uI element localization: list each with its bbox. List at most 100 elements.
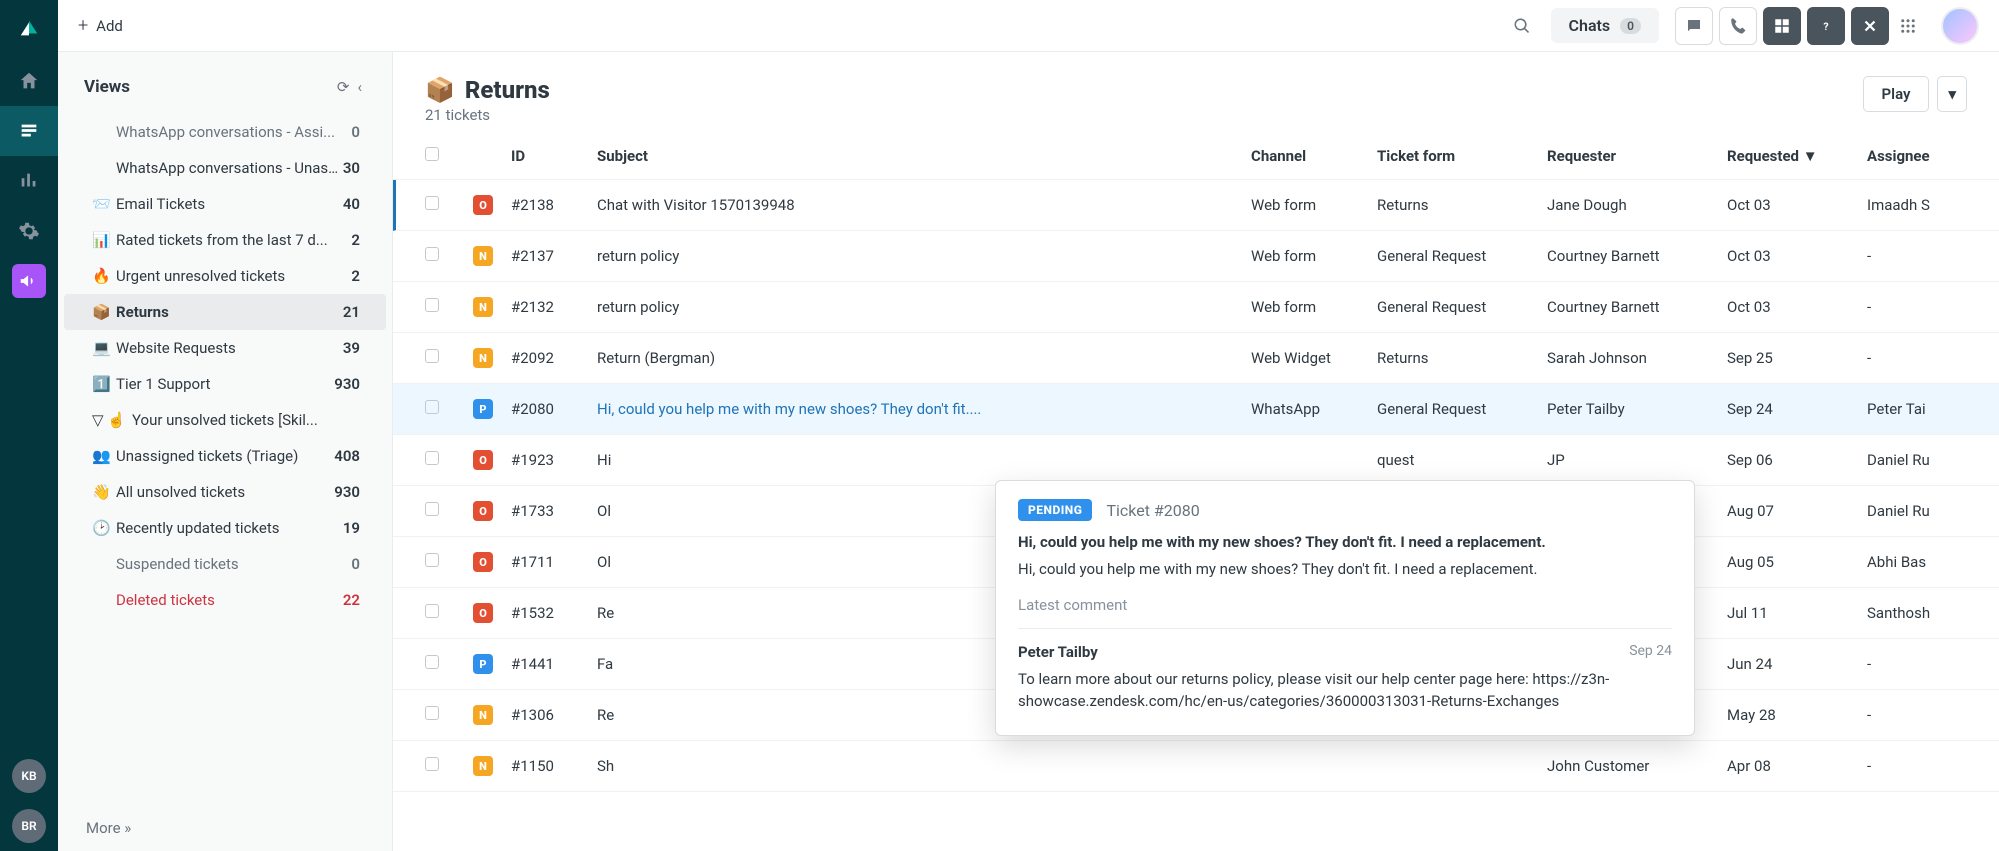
play-button[interactable]: Play <box>1863 76 1930 112</box>
ticket-subject: Return (Bergman) <box>597 349 1251 367</box>
sidebar-view-item[interactable]: Suspended tickets0 <box>64 546 386 582</box>
view-emoji-icon: 📦 <box>92 303 116 321</box>
play-menu-button[interactable]: ▾ <box>1937 76 1967 112</box>
megaphone-icon <box>12 264 46 298</box>
plus-icon: + <box>78 15 88 36</box>
refresh-icon[interactable]: ⟳ <box>333 74 354 100</box>
row-checkbox[interactable] <box>425 349 439 363</box>
sidebar-view-item[interactable]: 🕑Recently updated tickets19 <box>64 510 386 546</box>
view-label: Tier 1 Support <box>116 375 334 393</box>
row-checkbox[interactable] <box>425 400 439 414</box>
select-all-checkbox[interactable] <box>425 147 439 161</box>
ticket-assignee: Daniel Ru <box>1867 502 1967 520</box>
chats-button[interactable]: Chats 0 <box>1551 8 1659 43</box>
sidebar-view-item[interactable]: WhatsApp conversations - Assi...0 <box>64 114 386 150</box>
sidebar-view-item[interactable]: 🔥Urgent unresolved tickets2 <box>64 258 386 294</box>
col-subject[interactable]: Subject <box>597 147 1251 165</box>
row-checkbox[interactable] <box>425 553 439 567</box>
profile-avatar[interactable] <box>1941 7 1979 45</box>
table-row[interactable]: N#2092Return (Bergman)Web WidgetReturnsS… <box>393 333 1999 384</box>
search-icon[interactable] <box>1503 7 1541 45</box>
ticket-requester: Jane Dough <box>1547 196 1727 214</box>
nav-admin[interactable] <box>0 206 58 256</box>
status-tag: PENDING <box>1018 499 1092 521</box>
table-row[interactable]: N#1150ShJohn CustomerApr 08- <box>393 741 1999 792</box>
ticket-assignee: Abhi Bas <box>1867 553 1967 571</box>
ticket-requested: Oct 03 <box>1727 247 1867 265</box>
row-checkbox[interactable] <box>425 451 439 465</box>
sidebar-view-item[interactable]: 📊Rated tickets from the last 7 d...2 <box>64 222 386 258</box>
more-views-link[interactable]: More » <box>58 805 392 851</box>
sidebar-view-item[interactable]: 👥Unassigned tickets (Triage)408 <box>64 438 386 474</box>
app-grid-icon[interactable] <box>1763 7 1801 45</box>
status-badge: O <box>473 603 493 623</box>
sidebar-view-item[interactable]: 👋All unsolved tickets930 <box>64 474 386 510</box>
row-checkbox[interactable] <box>425 706 439 720</box>
view-label: WhatsApp conversations - Assi... <box>116 123 351 141</box>
nav-views[interactable] <box>0 106 58 156</box>
view-count: 22 <box>343 591 360 609</box>
col-assignee[interactable]: Assignee <box>1867 147 1967 165</box>
add-button[interactable]: + Add <box>78 15 123 36</box>
col-id[interactable]: ID <box>511 147 597 165</box>
sidebar-view-item[interactable]: ▽ ☝️Your unsolved tickets [Skil... <box>64 402 386 438</box>
view-count: 930 <box>334 375 360 393</box>
apps-launcher-icon[interactable] <box>1889 7 1927 45</box>
ticket-requester: Courtney Barnett <box>1547 247 1727 265</box>
sidebar-view-item[interactable]: 📦Returns21 <box>64 294 386 330</box>
nav-marketing[interactable] <box>0 256 58 306</box>
workspace-badge-kb[interactable]: KB <box>12 759 46 793</box>
sidebar-view-item[interactable]: Deleted tickets22 <box>64 582 386 618</box>
row-checkbox[interactable] <box>425 247 439 261</box>
close-tab-icon[interactable] <box>1851 7 1889 45</box>
row-checkbox[interactable] <box>425 502 439 516</box>
collapse-icon[interactable]: ‹ <box>353 74 366 100</box>
ticket-requester: JP <box>1547 451 1727 469</box>
ticket-requested: Sep 25 <box>1727 349 1867 367</box>
ticket-channel: Web Widget <box>1251 349 1377 367</box>
workspace-badge-br[interactable]: BR <box>12 809 46 843</box>
sidebar-view-item[interactable]: 💻Website Requests39 <box>64 330 386 366</box>
col-requester[interactable]: Requester <box>1547 147 1727 165</box>
col-requested[interactable]: Requested ▼ <box>1727 147 1867 165</box>
col-form[interactable]: Ticket form <box>1377 147 1547 165</box>
product-logo[interactable] <box>0 0 58 56</box>
sidebar-view-item[interactable]: 📨Email Tickets40 <box>64 186 386 222</box>
row-checkbox[interactable] <box>425 757 439 771</box>
ticket-form: Returns <box>1377 349 1547 367</box>
table-row[interactable]: N#2137return policyWeb formGeneral Reque… <box>393 231 1999 282</box>
row-checkbox[interactable] <box>425 298 439 312</box>
nav-reporting[interactable] <box>0 156 58 206</box>
ticket-form: General Request <box>1377 298 1547 316</box>
ticket-subject: Sh <box>597 757 1251 775</box>
table-row[interactable]: N#2132return policyWeb formGeneral Reque… <box>393 282 1999 333</box>
sidebar-view-item[interactable]: WhatsApp conversations - Unass...30 <box>64 150 386 186</box>
row-checkbox[interactable] <box>425 655 439 669</box>
nav-home[interactable] <box>0 56 58 106</box>
ticket-assignee: - <box>1867 757 1967 775</box>
ticket-assignee: - <box>1867 706 1967 724</box>
conversations-icon[interactable] <box>1675 7 1713 45</box>
sidebar-view-item[interactable]: 1️⃣Tier 1 Support930 <box>64 366 386 402</box>
row-checkbox[interactable] <box>425 604 439 618</box>
ticket-assignee: - <box>1867 655 1967 673</box>
view-label: All unsolved tickets <box>116 483 334 501</box>
ticket-id: #1532 <box>511 604 597 622</box>
table-row[interactable]: P#2080Hi, could you help me with my new … <box>393 384 1999 435</box>
ticket-id: #2137 <box>511 247 597 265</box>
comment-body: To learn more about our returns policy, … <box>1018 669 1672 713</box>
help-icon[interactable]: ? <box>1807 7 1845 45</box>
ticket-assignee: Peter Tai <box>1867 400 1967 418</box>
table-row[interactable]: O#2138Chat with Visitor 1570139948Web fo… <box>393 180 1999 231</box>
ticket-form: General Request <box>1377 400 1547 418</box>
status-badge: N <box>473 756 493 776</box>
table-row[interactable]: O#1923HiquestJPSep 06Daniel Ru <box>393 435 1999 486</box>
view-label: Recently updated tickets <box>116 519 343 537</box>
row-checkbox[interactable] <box>425 196 439 210</box>
topbar: + Add Chats 0 ? <box>58 0 1999 52</box>
title-emoji-icon: 📦 <box>425 76 455 104</box>
view-count: 21 <box>343 303 360 321</box>
phone-icon[interactable] <box>1719 7 1757 45</box>
view-emoji-icon: 📊 <box>92 231 116 249</box>
col-channel[interactable]: Channel <box>1251 147 1377 165</box>
